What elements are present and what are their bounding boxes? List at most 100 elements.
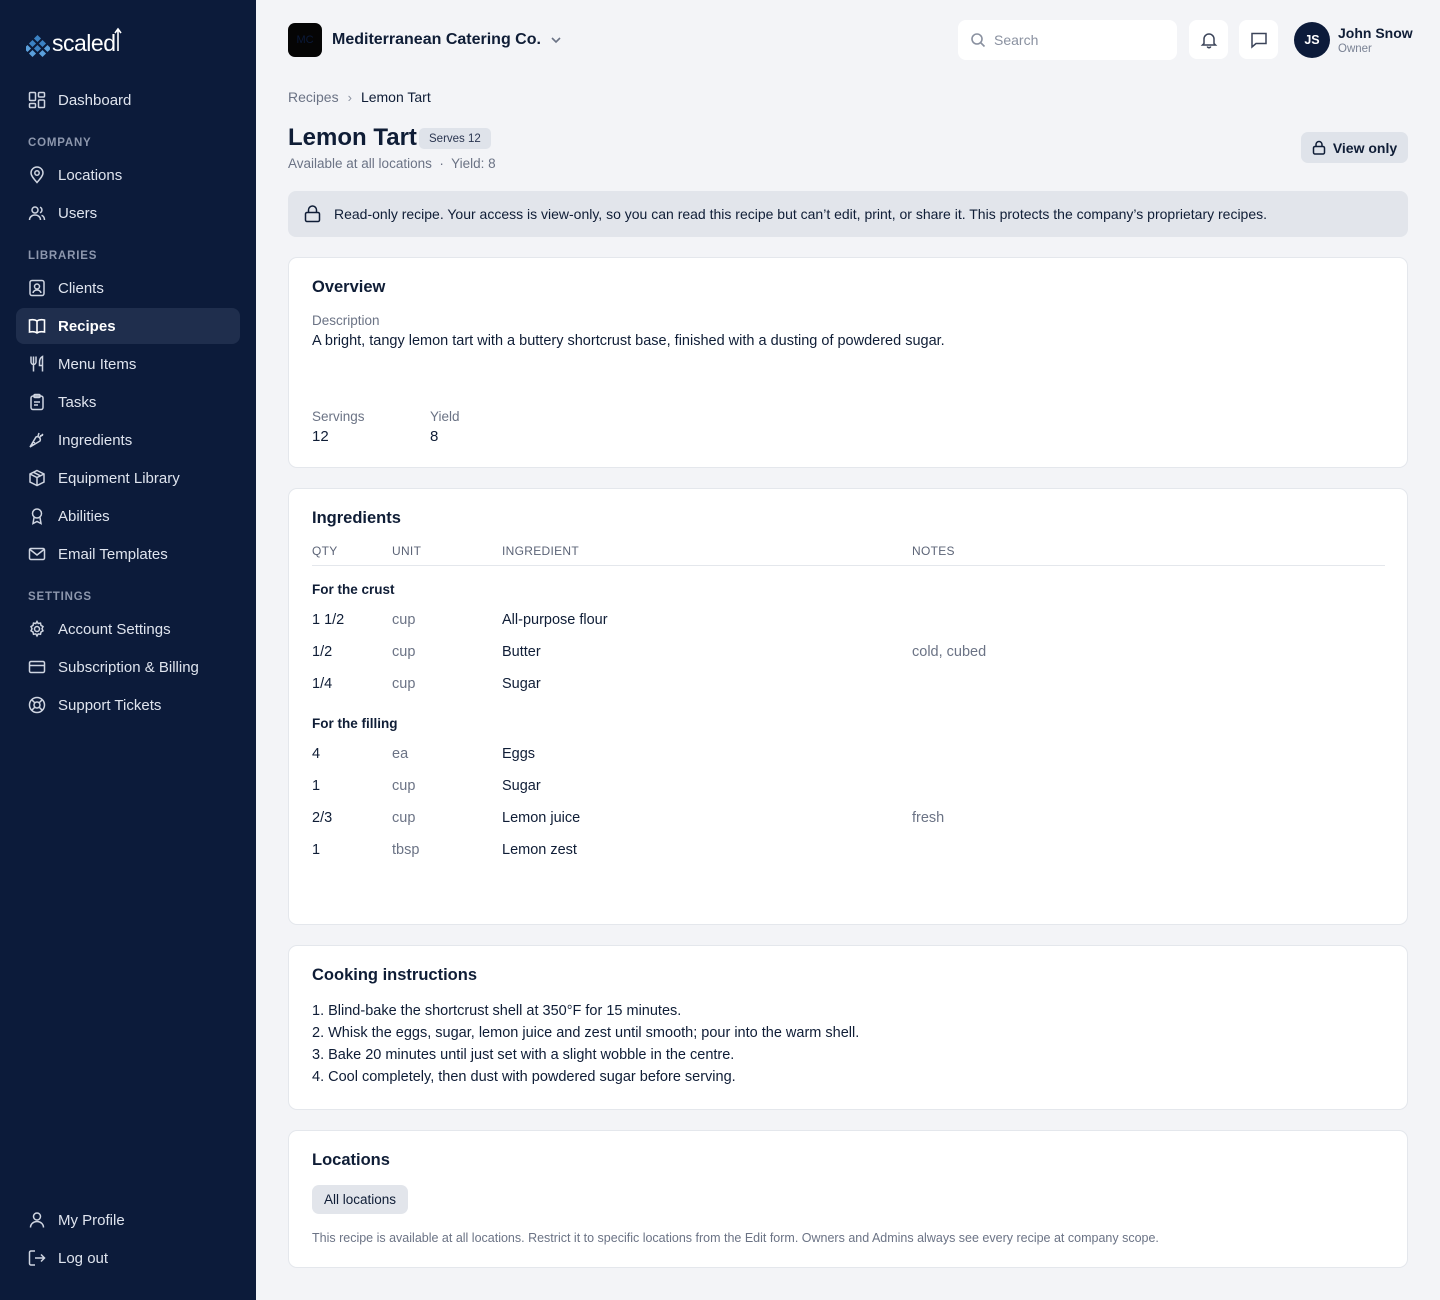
notes-cell: cold, cubed [912,644,987,660]
sidebar-item-account-settings[interactable]: Account Settings [16,611,240,647]
unit-cell: cup [392,676,416,692]
sidebar-item-locations[interactable]: Locations [16,157,240,193]
search-input[interactable] [994,32,1164,48]
sidebar-item-label: Email Templates [58,545,168,563]
yield-value: 8 [430,428,439,445]
column-header-unit: UNIT [392,544,422,558]
messages-button[interactable] [1239,20,1278,59]
sidebar-item-label: Equipment Library [58,469,180,487]
unit-cell: cup [392,644,416,660]
qty-cell: 1 [312,842,321,858]
ingredient-cell: Butter [502,644,541,660]
sidebar-item-tasks[interactable]: Tasks [16,384,240,420]
sidebar-item-clients[interactable]: Clients [16,270,240,306]
chevron-down-icon [549,33,563,47]
user-menu[interactable]: JS John Snow Owner [1294,22,1413,58]
instruction-step: 1. Blind-bake the shortcrust shell at 35… [312,1003,682,1019]
sidebar-item-users[interactable]: Users [16,195,240,231]
company-switcher[interactable]: MC Mediterranean Catering Co. [288,23,563,57]
instructions-card: Cooking instructions 1. Blind-bake the s… [288,945,1408,1110]
sidebar-item-email-templates[interactable]: Email Templates [16,536,240,572]
search-box[interactable] [958,20,1177,60]
view-only-label: View only [1332,139,1398,156]
location-chip: All locations [312,1185,409,1214]
message-icon [1250,31,1268,49]
sidebar-item-menu-items[interactable]: Menu Items [16,346,240,382]
sidebar-item-label: Log out [58,1249,109,1267]
ingredient-cell: Lemon juice [502,810,581,826]
ingredient-cell: Sugar [502,778,541,794]
locations-title: Locations [312,1151,390,1169]
sidebar-item-recipes[interactable]: Recipes [16,308,240,344]
qty-cell: 1 1/2 [312,612,345,628]
sidebar-item-log-out[interactable]: Log out [16,1240,240,1276]
sidebar: scaled Dashboard COMPANY Locations Users… [0,0,256,1300]
unit-cell: tbsp [392,842,420,858]
search-icon [970,32,986,48]
sidebar-item-support-tickets[interactable]: Support Tickets [16,687,240,723]
utensils-icon [28,355,46,373]
carrot-icon [28,431,46,449]
breadcrumb-current: Lemon Tart [360,89,431,105]
unit-cell: cup [392,810,416,826]
logo-arrow-icon [114,27,123,51]
description-label: Description [312,313,380,328]
sidebar-item-label: Subscription & Billing [58,658,199,676]
sidebar-item-label: Users [58,204,98,222]
box-icon [28,469,46,487]
breadcrumb-separator: › [347,89,352,105]
book-icon [28,317,46,335]
sidebar-item-equipment-library[interactable]: Equipment Library [16,460,240,496]
user-name: John Snow [1338,25,1413,41]
servings-label: Servings [312,409,365,424]
sidebar-item-ingredients[interactable]: Ingredients [16,422,240,458]
ingredient-group-label: For the filling [312,716,398,731]
breadcrumb: Recipes › Lemon Tart [288,89,431,105]
sidebar-item-label: Tasks [58,393,97,411]
sidebar-item-label: Abilities [58,507,110,525]
unit-cell: ea [392,746,409,762]
locations-note: This recipe is available at all location… [312,1231,1159,1245]
overview-title: Overview [312,278,386,296]
sidebar-item-dashboard[interactable]: Dashboard [16,82,240,118]
section-label-settings: SETTINGS [28,591,92,603]
lock-icon [1312,140,1326,155]
sidebar-item-label: My Profile [58,1211,125,1229]
credit-card-icon [28,658,46,676]
instructions-title: Cooking instructions [312,966,477,984]
view-only-button[interactable]: View only [1301,132,1408,163]
sidebar-item-label: Support Tickets [58,696,162,714]
qty-cell: 1 [312,778,321,794]
avatar: JS [1294,22,1330,58]
column-header-qty: QTY [312,544,338,558]
logo-mark-icon [26,34,50,58]
app-logo[interactable]: scaled [26,26,123,60]
ingredients-card: Ingredients QTY UNIT INGREDIENT NOTES Fo… [288,488,1408,925]
user-icon [28,1211,46,1229]
sidebar-item-my-profile[interactable]: My Profile [16,1202,240,1238]
unit-cell: cup [392,612,416,628]
award-icon [28,507,46,525]
map-pin-icon [28,166,46,184]
contact-icon [28,279,46,297]
description-value: A bright, tangy lemon tart with a butter… [312,333,945,349]
mail-icon [28,545,46,563]
breadcrumb-recipes-link[interactable]: Recipes [288,89,339,105]
sidebar-item-label: Menu Items [58,355,137,373]
sidebar-item-subscription-billing[interactable]: Subscription & Billing [16,649,240,685]
notice-text: Read-only recipe. Your access is view-on… [334,206,1268,222]
qty-cell: 1/2 [312,644,333,660]
qty-cell: 1/4 [312,676,333,692]
dashboard-icon [28,91,46,109]
table-divider [312,565,1385,566]
qty-cell: 4 [312,746,321,762]
notifications-button[interactable] [1189,20,1228,59]
column-header-ingredient: INGREDIENT [502,544,580,558]
sidebar-item-abilities[interactable]: Abilities [16,498,240,534]
sidebar-item-label: Ingredients [58,431,133,449]
section-label-company: COMPANY [28,137,92,149]
yield-label: Yield [430,409,460,424]
users-icon [28,204,46,222]
section-label-libraries: LIBRARIES [28,250,98,262]
logo-text: scaled [52,29,116,56]
